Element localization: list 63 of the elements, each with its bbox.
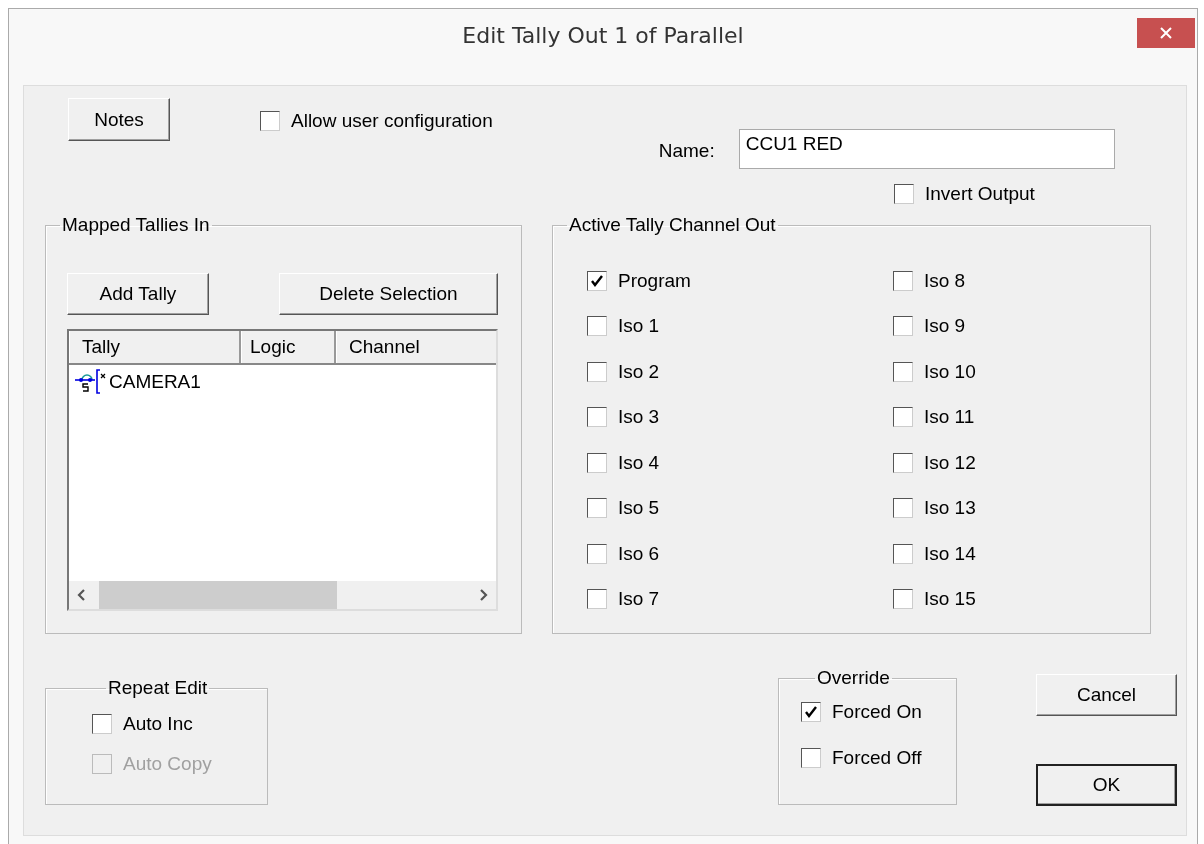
close-icon — [1159, 26, 1173, 40]
checkbox-label: Iso 13 — [924, 497, 976, 520]
checkbox[interactable] — [893, 270, 913, 291]
group-title: Repeat Edit — [107, 677, 209, 699]
checkbox-label: Allow user configuration — [291, 110, 493, 132]
checkbox-label: Iso 9 — [924, 315, 966, 338]
checkbox[interactable] — [893, 543, 913, 564]
checkbox[interactable] — [587, 361, 607, 382]
group-title: Override — [816, 667, 891, 689]
checkbox[interactable] — [587, 589, 607, 610]
checkbox[interactable] — [587, 452, 607, 473]
checkbox-label: Program — [618, 269, 691, 292]
checkbox[interactable] — [893, 498, 913, 519]
checkbox[interactable] — [587, 316, 607, 337]
checkbox-label: Iso 2 — [618, 360, 660, 383]
checkbox[interactable] — [801, 702, 821, 722]
close-button[interactable] — [1137, 18, 1195, 48]
checkbox-label: Iso 4 — [618, 451, 660, 474]
checkbox-label: Iso 11 — [924, 406, 975, 429]
table-cell[interactable]: CAMERA1 — [109, 371, 201, 393]
horizontal-scrollbar[interactable] — [69, 581, 496, 609]
name-field[interactable]: CCU1 RED — [738, 129, 1115, 169]
name-label: Name: — [658, 140, 715, 162]
checkbox[interactable] — [893, 361, 913, 382]
checkbox-label: Auto Inc — [123, 713, 193, 735]
checkbox-label: Iso 10 — [924, 360, 976, 383]
checkbox[interactable] — [587, 543, 607, 564]
group-title: Active Tally Channel Out — [568, 214, 777, 236]
column-header[interactable]: Channel — [336, 331, 496, 363]
checkbox-label: Iso 3 — [618, 406, 660, 429]
checkbox[interactable] — [587, 270, 607, 291]
column-header[interactable]: Logic — [241, 331, 336, 363]
checkbox-label: Auto Copy — [123, 753, 212, 775]
group-title: Mapped Tallies In — [61, 214, 211, 236]
dialog-button[interactable]: Cancel — [1036, 674, 1177, 716]
checkbox[interactable] — [92, 714, 112, 734]
checkbox[interactable] — [894, 184, 914, 204]
checkbox-label: Iso 12 — [924, 451, 976, 474]
checkbox-label: Iso 14 — [924, 542, 976, 565]
checkbox-label: Iso 8 — [924, 269, 966, 292]
checkbox[interactable] — [893, 589, 913, 610]
window-title: Edit Tally Out 1 of Parallel — [462, 23, 744, 50]
checkbox-label: Forced Off — [832, 747, 922, 769]
checkbox-label: Iso 15 — [924, 588, 976, 611]
checkbox[interactable] — [587, 498, 607, 519]
checkbox[interactable] — [260, 111, 280, 131]
dialog-button[interactable]: OK — [1036, 764, 1177, 806]
checkbox-label: Iso 7 — [618, 588, 660, 611]
checkbox-label: Iso 1 — [618, 315, 660, 338]
checkbox[interactable] — [893, 316, 913, 337]
column-header[interactable]: Tally — [69, 331, 241, 363]
checkbox-label: Invert Output — [925, 183, 1035, 205]
list-button[interactable]: Delete Selection — [279, 273, 498, 315]
checkbox[interactable] — [587, 407, 607, 428]
checkbox-label: Forced On — [832, 701, 922, 723]
checkbox[interactable] — [801, 748, 821, 768]
checkbox[interactable] — [893, 407, 913, 428]
list-button[interactable]: Add Tally — [67, 273, 209, 315]
notes-button[interactable]: Notes — [68, 98, 170, 141]
checkbox[interactable] — [893, 452, 913, 473]
checkbox-label: Iso 6 — [618, 542, 660, 565]
tally-icon — [73, 369, 107, 395]
checkbox-label: Iso 5 — [618, 497, 660, 520]
